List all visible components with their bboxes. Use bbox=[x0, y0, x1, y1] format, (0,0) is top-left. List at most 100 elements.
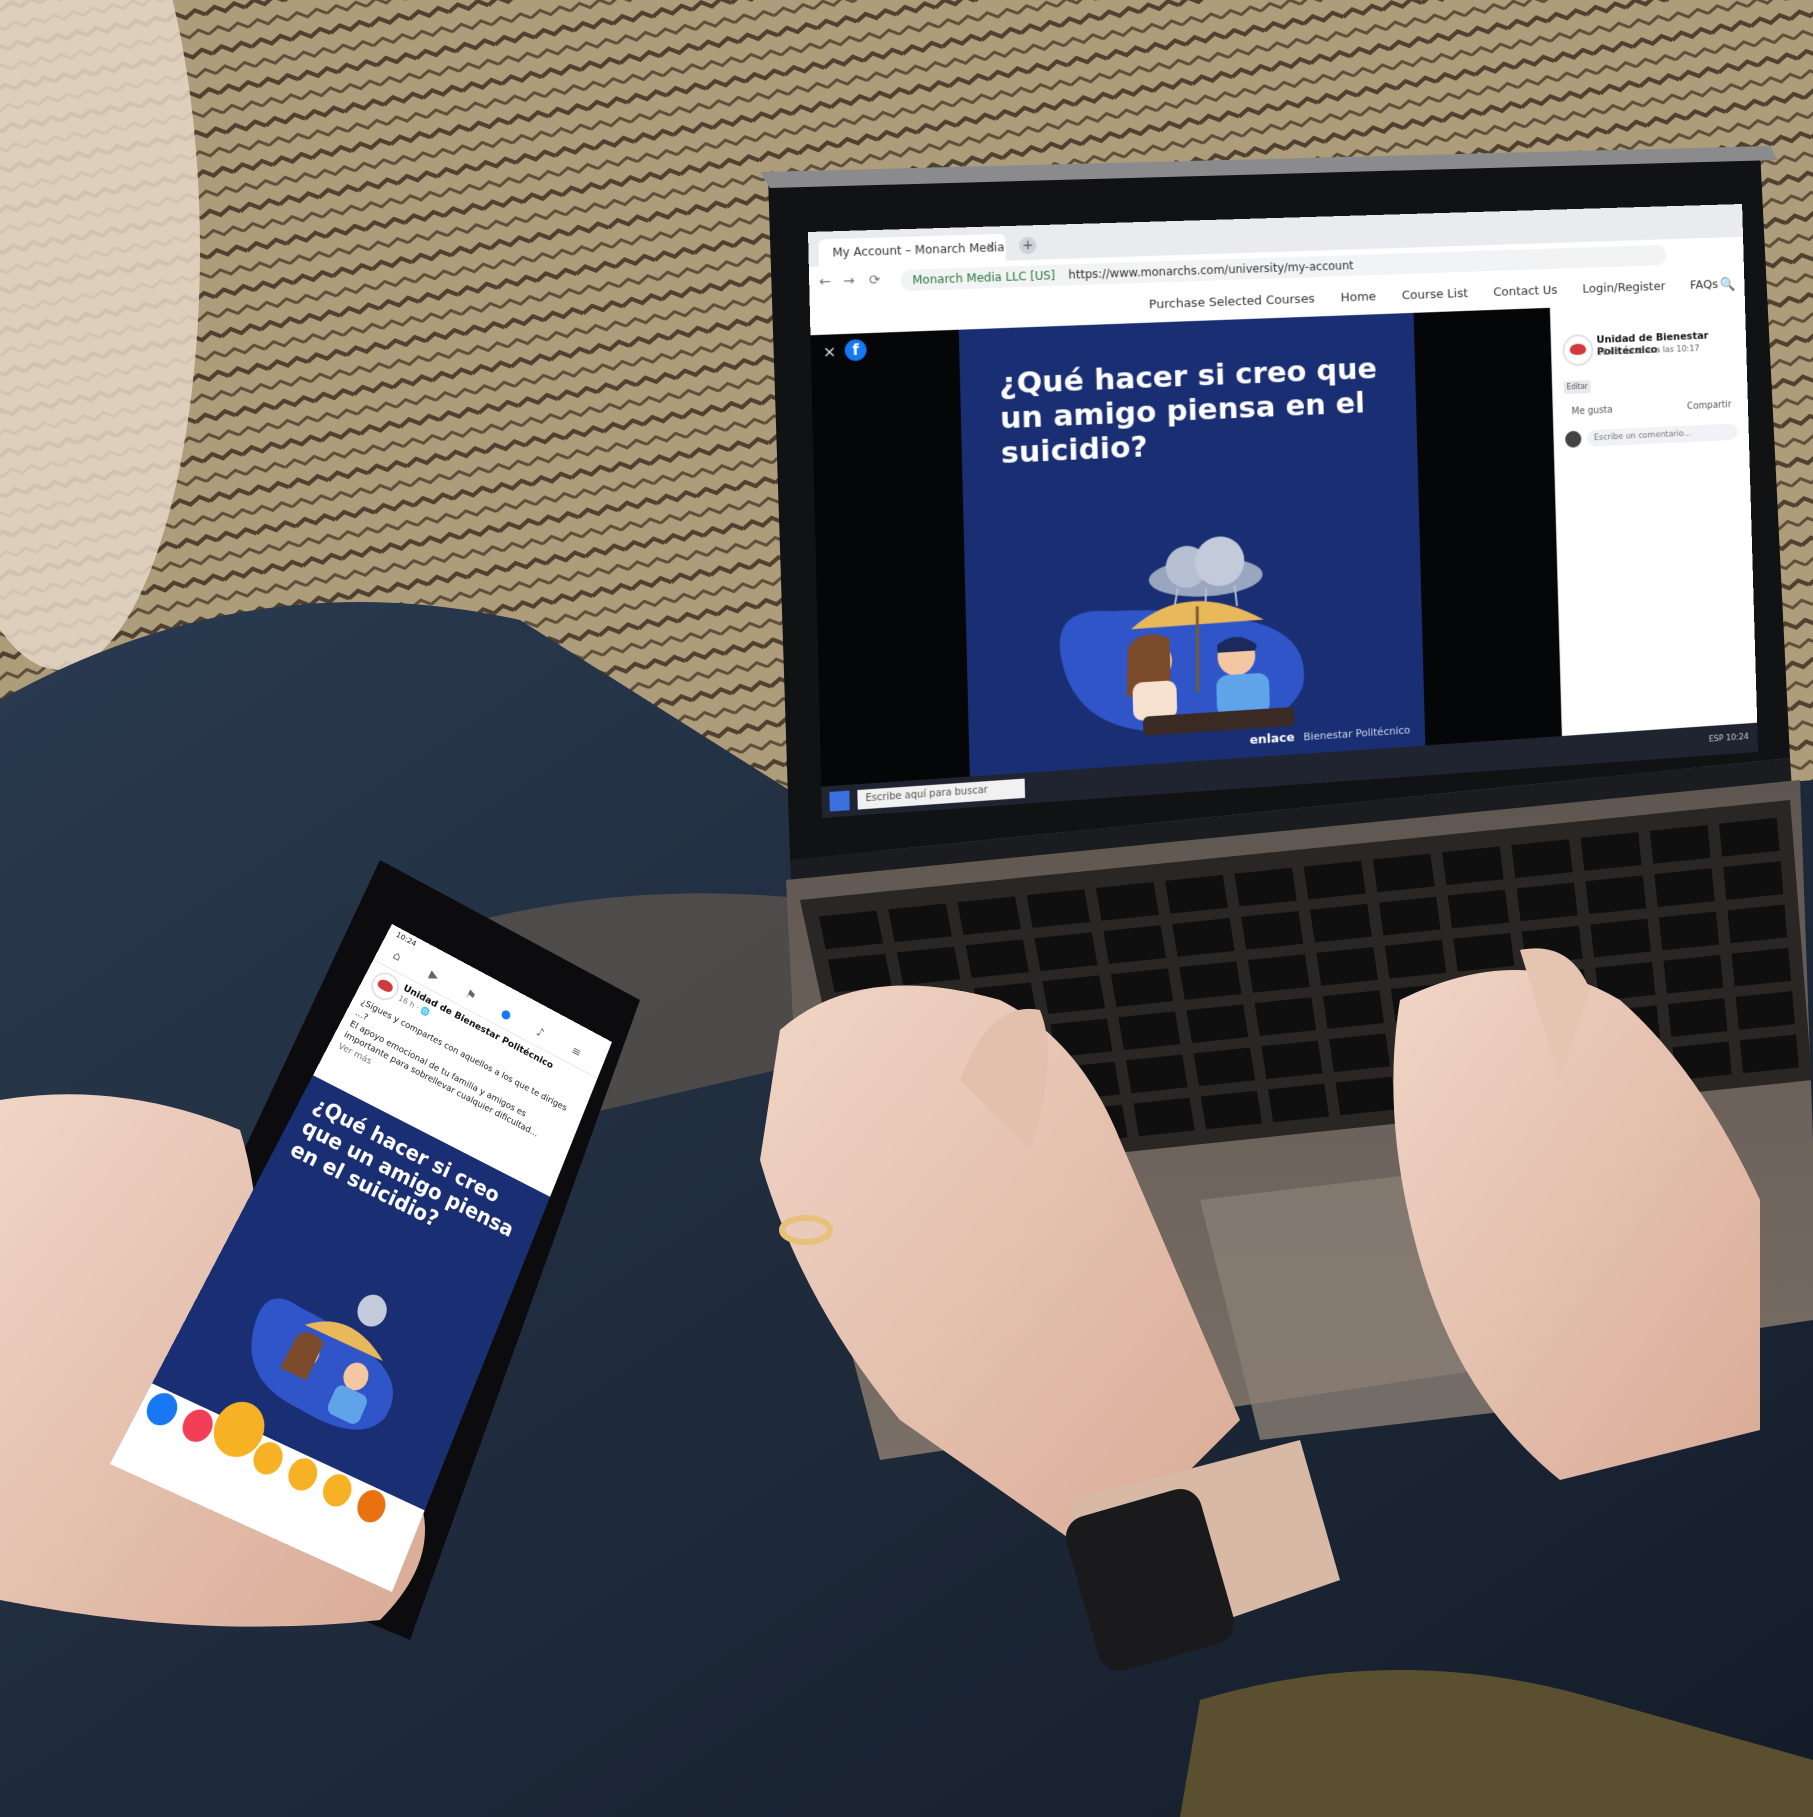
keyboard-key bbox=[1384, 939, 1447, 979]
nav-link-purchase-selected-courses[interactable]: Purchase Selected Courses bbox=[1149, 292, 1315, 312]
keyboard-key bbox=[1234, 867, 1297, 907]
keyboard-key bbox=[957, 896, 1022, 935]
keyboard-key bbox=[896, 946, 961, 986]
keyboard-key bbox=[1241, 910, 1304, 950]
video-icon[interactable]: ▶ bbox=[427, 968, 441, 984]
comment-row: Escribe un comentario... bbox=[1564, 423, 1739, 450]
keyboard-key bbox=[1442, 846, 1504, 886]
share-button[interactable]: Compartir bbox=[1687, 400, 1731, 412]
keyboard-key bbox=[1193, 1047, 1256, 1087]
keyboard-key bbox=[1172, 918, 1235, 957]
forward-icon[interactable]: → bbox=[843, 273, 855, 289]
reaction-like-icon[interactable] bbox=[141, 1388, 183, 1431]
keyboard-key bbox=[1727, 904, 1788, 944]
keyboard-key bbox=[1372, 853, 1435, 893]
keyboard-key bbox=[1511, 839, 1573, 879]
keyboard-key bbox=[1118, 1011, 1181, 1051]
post-side-panel: Unidad de Bienestar Politécnico 16 de oc… bbox=[1549, 300, 1759, 737]
nav-link-faqs[interactable]: FAQs bbox=[1690, 278, 1719, 293]
umbrella-illustration bbox=[1058, 535, 1306, 741]
keyboard-key bbox=[1378, 896, 1441, 936]
back-icon[interactable]: ← bbox=[819, 274, 831, 290]
post-actions: Me gusta Compartir bbox=[1571, 400, 1731, 417]
url-text: https://www.monarchs.com/university/my-a… bbox=[1068, 258, 1354, 282]
keyboard-key bbox=[1309, 903, 1372, 943]
home-icon[interactable]: ⌂ bbox=[390, 949, 403, 964]
nav-link-home[interactable]: Home bbox=[1340, 290, 1376, 305]
nav-link-login-register[interactable]: Login/Register bbox=[1582, 280, 1665, 297]
keyboard-key bbox=[1723, 861, 1784, 900]
keyboard-key bbox=[1731, 947, 1792, 987]
user-avatar bbox=[1564, 430, 1582, 448]
keyboard-key bbox=[827, 953, 892, 993]
search-icon[interactable]: 🔍 bbox=[1720, 277, 1736, 292]
keyboard-key bbox=[1095, 882, 1159, 921]
keyboard-key bbox=[1329, 1033, 1391, 1073]
keyboard-key bbox=[1580, 832, 1642, 871]
keyboard-key bbox=[1133, 1097, 1195, 1137]
keyboard-key bbox=[1254, 997, 1317, 1036]
new-tab-button[interactable]: + bbox=[1018, 236, 1037, 255]
post-image: ¿Qué hacer si creo que un amigo piensa e… bbox=[958, 312, 1426, 777]
nav-link-contact-us[interactable]: Contact Us bbox=[1493, 283, 1557, 299]
keyboard-key bbox=[1453, 932, 1515, 972]
keyboard-key bbox=[1335, 1076, 1397, 1116]
keyboard-key bbox=[1103, 925, 1167, 964]
keyboard-key bbox=[818, 910, 884, 950]
page-avatar[interactable] bbox=[1562, 333, 1594, 367]
keyboard-key bbox=[888, 903, 953, 943]
keyboard-key bbox=[1268, 1083, 1330, 1123]
keyboard-key bbox=[1667, 998, 1728, 1037]
post-title: ¿Qué hacer si creo que un amigo piensa e… bbox=[998, 351, 1378, 471]
keyboard-key bbox=[1322, 990, 1385, 1029]
keyboard-key bbox=[1110, 968, 1174, 1007]
keyboard-key bbox=[1125, 1054, 1188, 1094]
keyboard-key bbox=[1735, 991, 1796, 1030]
keyboard-key bbox=[1516, 882, 1578, 922]
menu-icon[interactable]: ≡ bbox=[569, 1044, 583, 1061]
bell-icon[interactable]: ♪ bbox=[534, 1025, 546, 1041]
keyboard-key bbox=[965, 939, 1029, 979]
facebook-icon[interactable]: f bbox=[844, 339, 867, 362]
keyboard-key bbox=[1719, 817, 1780, 857]
close-tab-icon[interactable]: × bbox=[986, 240, 996, 254]
keyboard-key bbox=[1585, 875, 1647, 915]
edit-tag[interactable]: Editar bbox=[1563, 380, 1591, 395]
comment-input[interactable]: Escribe un comentario... bbox=[1586, 423, 1738, 447]
keyboard-key bbox=[1447, 889, 1510, 929]
taskbar-search[interactable]: Escribe aquí para buscar bbox=[857, 778, 1026, 810]
reaction-angry-icon[interactable] bbox=[352, 1485, 391, 1528]
laptop-screen: My Account – Monarch Media × + ← → ⟳ Mon… bbox=[808, 204, 1759, 818]
keyboard-key bbox=[1303, 860, 1366, 900]
system-tray: ESP 10:24 bbox=[1708, 732, 1749, 745]
nav-link-course-list[interactable]: Course List bbox=[1402, 287, 1468, 303]
keyboard-key bbox=[1034, 932, 1098, 971]
keyboard-key bbox=[1261, 1040, 1323, 1080]
close-icon[interactable]: × bbox=[823, 342, 837, 361]
brand-logo: enlace bbox=[1249, 730, 1295, 748]
keyboard-key bbox=[1179, 961, 1242, 1000]
keyboard-key bbox=[1042, 975, 1106, 1015]
start-icon[interactable] bbox=[829, 790, 850, 812]
profile-icon[interactable]: ● bbox=[499, 1006, 513, 1023]
photo-viewer: × f ¿Qué hacer si creo que un amigo pien… bbox=[810, 307, 1562, 787]
reaction-wow-icon[interactable] bbox=[283, 1453, 323, 1496]
site-identity: Monarch Media LLC [US] bbox=[912, 268, 1056, 287]
keyboard-key bbox=[1316, 947, 1378, 986]
keyboard-key bbox=[1026, 889, 1090, 928]
keyboard-key bbox=[1663, 954, 1724, 994]
like-button[interactable]: Me gusta bbox=[1571, 405, 1612, 417]
tab-title: My Account – Monarch Media bbox=[832, 240, 1005, 260]
keyboard-key bbox=[1654, 868, 1715, 908]
keyboard-key bbox=[1649, 824, 1711, 864]
flag-icon[interactable]: ⚑ bbox=[463, 987, 478, 1004]
photo-scene: My Account – Monarch Media × + ← → ⟳ Mon… bbox=[0, 0, 1813, 1817]
reaction-sad-icon[interactable] bbox=[317, 1469, 357, 1512]
keyboard-key bbox=[1200, 1090, 1262, 1130]
keyboard-key bbox=[1590, 918, 1651, 958]
keyboard-key bbox=[1658, 911, 1720, 951]
keyboard-key bbox=[1165, 874, 1228, 914]
reaction-love-icon[interactable] bbox=[177, 1404, 219, 1447]
reload-icon[interactable]: ⟳ bbox=[869, 272, 881, 288]
keyboard-key bbox=[1186, 1004, 1249, 1043]
